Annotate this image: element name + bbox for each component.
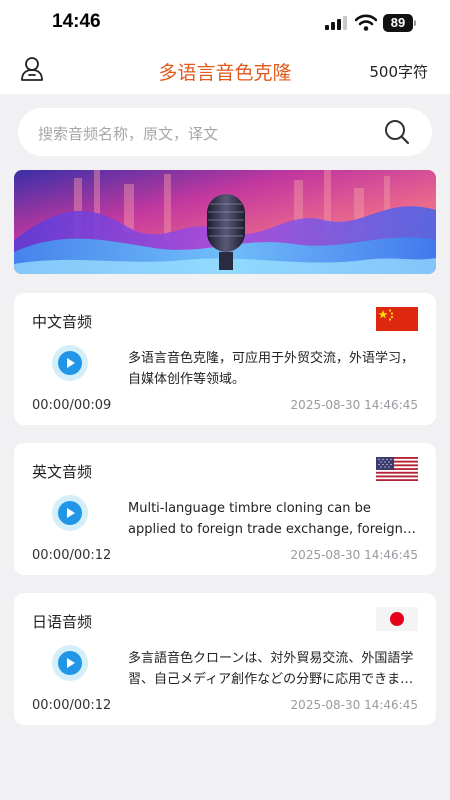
- battery-icon: 89: [383, 14, 413, 32]
- card-transcript: 多语言音色克隆，可应用于外贸交流，外语学习，自媒体创作等领域。: [128, 351, 415, 387]
- search-icon[interactable]: [384, 119, 410, 145]
- audio-duration: 00:00/00:12: [32, 698, 112, 713]
- battery-cap: [414, 20, 416, 26]
- china-flag-icon: [376, 307, 418, 331]
- card-title: 英文音频: [32, 463, 93, 481]
- created-timestamp: 2025-08-30 14:46:45: [290, 398, 418, 412]
- audio-duration: 00:00/00:12: [32, 548, 112, 563]
- card-title: 日语音频: [32, 613, 93, 631]
- play-button[interactable]: [52, 495, 88, 531]
- search-placeholder: 搜索音频名称，原文，译文: [38, 125, 219, 143]
- card-title: 中文音频: [32, 313, 93, 331]
- usa-flag-icon: [376, 457, 418, 481]
- play-icon: [58, 651, 82, 675]
- card-transcript: 多言語音色クローンは、対外貿易交流、外国語学習、自己メディア創作などの分野に応用…: [128, 651, 414, 687]
- play-button[interactable]: [52, 645, 88, 681]
- japan-flag-icon: [376, 607, 418, 631]
- play-icon: [58, 501, 82, 525]
- audio-card-japanese[interactable]: 日语音频 多言語音色クローンは、対外貿易交流、外国語学習、自己メディア創作などの…: [14, 593, 436, 725]
- banner-illustration: [14, 170, 436, 274]
- created-timestamp: 2025-08-30 14:46:45: [290, 548, 418, 562]
- audio-card-chinese[interactable]: 中文音频 多语言音色克隆，可应用于外贸交流，外语学习，自媒体创作等领域。 00:…: [14, 293, 436, 425]
- cellular-signal-icon: [325, 16, 347, 30]
- status-bar: 14:46 89: [0, 0, 450, 46]
- created-timestamp: 2025-08-30 14:46:45: [290, 698, 418, 712]
- app-header: 多语言音色克隆 500字符: [0, 46, 450, 94]
- play-icon: [58, 351, 82, 375]
- character-balance[interactable]: 500字符: [369, 61, 428, 82]
- play-button[interactable]: [52, 345, 88, 381]
- status-time: 14:46: [52, 11, 101, 32]
- card-transcript: Multi-language timbre cloning can be app…: [128, 501, 403, 537]
- audio-duration: 00:00/00:09: [32, 398, 112, 413]
- wifi-icon: [355, 14, 377, 31]
- audio-card-english[interactable]: 英文音频 Multi-language timbre cloning can b…: [14, 443, 436, 575]
- search-input[interactable]: 搜索音频名称，原文，译文: [18, 108, 432, 156]
- microphone-banner-image[interactable]: [14, 170, 436, 274]
